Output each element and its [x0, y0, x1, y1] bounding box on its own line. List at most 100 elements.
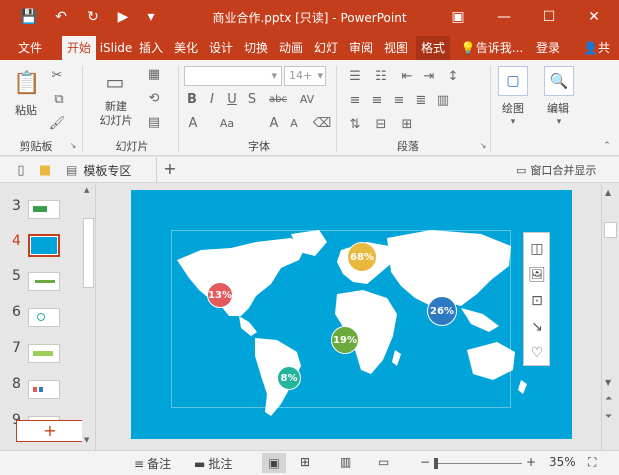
- increase-font-icon[interactable]: A: [266, 114, 282, 132]
- tab-home[interactable]: 开始: [62, 36, 96, 60]
- window-merge-toggle[interactable]: ▭ 窗口合并显示: [516, 162, 616, 178]
- tab-file[interactable]: 文件: [12, 36, 48, 60]
- zoom-slider-track[interactable]: [434, 463, 522, 464]
- dialog-launcher-icon[interactable]: ↘: [478, 140, 488, 150]
- tab-slideshow[interactable]: 幻灯: [310, 36, 342, 60]
- scroll-up-icon[interactable]: ▲: [84, 186, 93, 196]
- underline-icon[interactable]: U: [224, 90, 240, 108]
- scroll-down-icon[interactable]: ▼: [605, 378, 616, 388]
- increase-indent-icon[interactable]: ⇥: [420, 68, 438, 84]
- comments-button[interactable]: ▬ 批注: [194, 455, 232, 472]
- justify-icon[interactable]: ≣: [412, 92, 430, 108]
- scroll-thumb[interactable]: [83, 218, 94, 288]
- maximize-button[interactable]: ☐: [535, 4, 563, 30]
- align-text-icon[interactable]: ⊟: [372, 116, 390, 132]
- char-spacing-icon[interactable]: AV: [296, 90, 318, 108]
- slide-thumbnail-5[interactable]: [28, 272, 60, 291]
- next-slide-icon[interactable]: ⏷: [605, 412, 616, 424]
- cut-icon[interactable]: ✂: [48, 66, 66, 84]
- paste-button[interactable]: 粘贴: [8, 102, 44, 118]
- format-painter-icon[interactable]: 🖌: [48, 114, 66, 132]
- tab-beautify[interactable]: 美化: [170, 36, 202, 60]
- tab-view[interactable]: 视图: [380, 36, 412, 60]
- strikethrough-icon[interactable]: abc: [264, 90, 292, 108]
- slideshow-button[interactable]: ▭: [378, 455, 389, 469]
- thumbnails-scrollbar[interactable]: ▲ ▼: [82, 184, 95, 450]
- tell-me-search[interactable]: 💡告诉我...: [456, 36, 528, 60]
- clear-formatting-icon[interactable]: ⌫: [313, 114, 331, 132]
- slide-thumbnail-4[interactable]: [28, 234, 60, 257]
- fit-to-window-button[interactable]: ⛶: [588, 455, 596, 470]
- folder-icon[interactable]: ■: [36, 161, 54, 179]
- stat-bubble-south-america[interactable]: 8%: [277, 366, 301, 390]
- stat-bubble-north-america[interactable]: 13%: [207, 282, 233, 308]
- sign-in-link[interactable]: 登录: [532, 36, 564, 60]
- align-center-icon[interactable]: ≡: [368, 92, 386, 108]
- text-direction-icon[interactable]: ⇅: [346, 116, 364, 132]
- align-right-icon[interactable]: ≡: [390, 92, 408, 108]
- zoom-level[interactable]: 35%: [549, 455, 576, 469]
- new-document-icon[interactable]: ▯: [12, 161, 30, 179]
- shapes-gallery-icon[interactable]: ▢: [498, 66, 528, 96]
- slide-thumbnail-7[interactable]: [28, 344, 60, 363]
- share-button[interactable]: 👤共: [574, 36, 619, 60]
- smartart-icon[interactable]: ⊞: [398, 116, 416, 132]
- collapse-ribbon-icon[interactable]: ⌃: [600, 140, 614, 152]
- change-case-icon[interactable]: Aa: [214, 114, 240, 132]
- scroll-thumb[interactable]: [604, 222, 617, 238]
- layout-icon[interactable]: ▦: [146, 66, 162, 82]
- tab-insert[interactable]: 插入: [135, 36, 167, 60]
- stat-bubble-asia[interactable]: 68%: [347, 242, 377, 272]
- tab-animations[interactable]: 动画: [275, 36, 307, 60]
- tab-design[interactable]: 设计: [205, 36, 237, 60]
- italic-icon[interactable]: I: [204, 90, 220, 108]
- new-slide-button[interactable]: 新建 幻灯片: [90, 100, 142, 128]
- zoom-in-button[interactable]: +: [526, 455, 536, 469]
- previous-slide-icon[interactable]: ⏶: [605, 394, 616, 406]
- numbering-icon[interactable]: ☷: [372, 68, 390, 84]
- dialog-launcher-icon[interactable]: ↘: [68, 140, 78, 150]
- font-size-combobox[interactable]: 14+ ▾: [284, 66, 326, 86]
- add-slide-button[interactable]: +: [16, 420, 84, 442]
- reset-icon[interactable]: ⟲: [146, 90, 162, 106]
- close-button[interactable]: ✕: [580, 4, 608, 30]
- bold-icon[interactable]: B: [184, 90, 200, 108]
- copy-icon[interactable]: ⧉: [48, 90, 70, 108]
- add-tab-button[interactable]: +: [160, 159, 180, 181]
- font-name-combobox[interactable]: ▾: [184, 66, 282, 86]
- tab-format[interactable]: 格式: [416, 36, 450, 60]
- paste-icon[interactable]: 📋: [12, 68, 42, 98]
- notes-button[interactable]: ≡ 备注: [134, 455, 171, 472]
- slide-thumbnail-6[interactable]: [28, 308, 60, 327]
- columns-icon[interactable]: ▥: [434, 92, 452, 108]
- section-icon[interactable]: ▤: [146, 114, 162, 130]
- tab-transitions[interactable]: 切换: [240, 36, 272, 60]
- line-spacing-icon[interactable]: ↕: [444, 68, 462, 84]
- minimize-button[interactable]: —: [490, 4, 518, 30]
- crop-picture-icon[interactable]: ⊡: [527, 291, 547, 311]
- shadow-icon[interactable]: S: [244, 90, 260, 108]
- template-area-tab[interactable]: ▤ 模板专区: [66, 157, 156, 183]
- current-slide[interactable]: 68% 13% 26% 19% 8%: [131, 190, 572, 439]
- stat-bubble-africa[interactable]: 19%: [331, 326, 359, 354]
- zoom-slider-thumb[interactable]: [434, 458, 438, 469]
- align-left-icon[interactable]: ≡: [346, 92, 364, 108]
- decrease-indent-icon[interactable]: ⇤: [398, 68, 416, 84]
- stat-bubble-east-asia[interactable]: 26%: [427, 296, 457, 326]
- scroll-down-icon[interactable]: ▼: [84, 436, 93, 446]
- picture-icon[interactable]: 🖼: [527, 265, 547, 285]
- decrease-font-icon[interactable]: A: [286, 114, 302, 132]
- slide-sorter-button[interactable]: ⊞: [300, 455, 310, 469]
- zoom-out-button[interactable]: −: [420, 455, 430, 469]
- bullets-icon[interactable]: ☰: [346, 68, 364, 84]
- font-color-icon[interactable]: A: [184, 114, 202, 132]
- ribbon-display-options-icon[interactable]: ▣: [444, 4, 472, 30]
- new-slide-icon[interactable]: ▭: [100, 68, 130, 96]
- tab-islide[interactable]: iSlide: [98, 36, 134, 60]
- reading-view-button[interactable]: ▥: [340, 455, 351, 469]
- scroll-up-icon[interactable]: ▲: [605, 188, 616, 198]
- shape-style-icon[interactable]: ◫: [527, 239, 547, 259]
- slide-thumbnail-8[interactable]: [28, 380, 60, 399]
- editing-button[interactable]: 编辑: [538, 100, 578, 116]
- heart-icon[interactable]: ♡: [527, 343, 547, 363]
